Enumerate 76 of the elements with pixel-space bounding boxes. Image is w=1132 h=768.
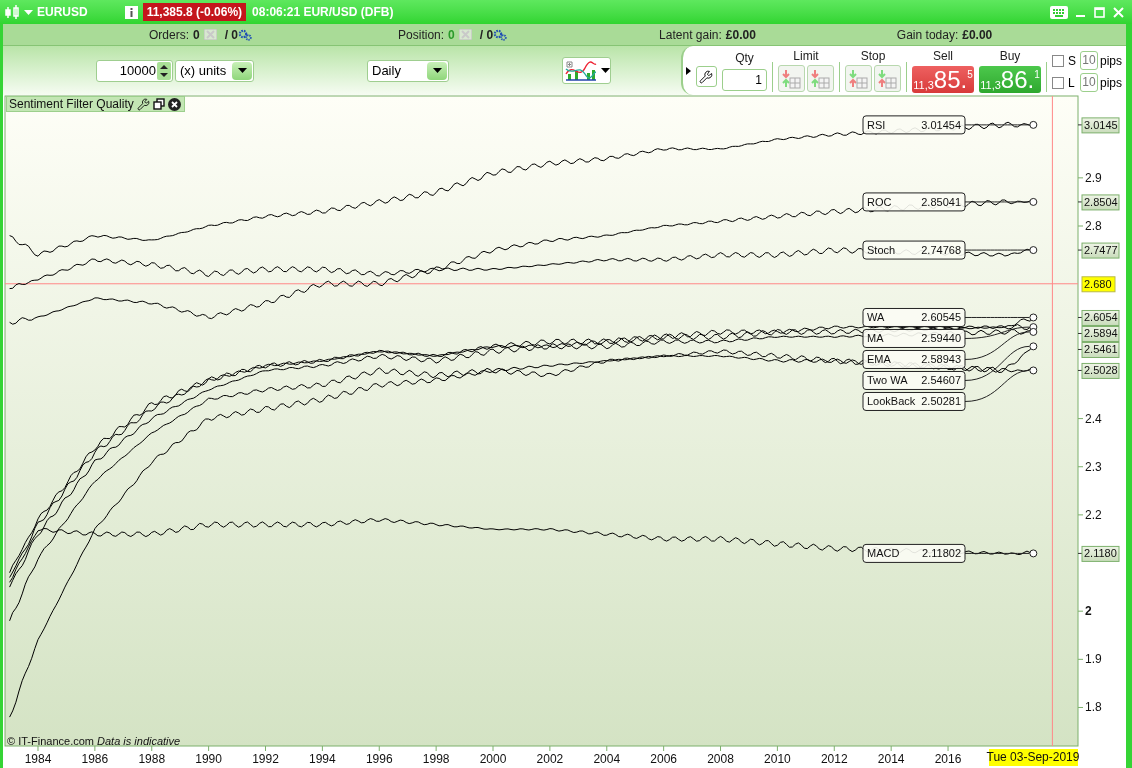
axis-label: 1990 [195, 752, 222, 766]
ticket-label: Stop [860, 49, 886, 63]
pips-unit: pips [1100, 74, 1122, 92]
info-pending: / 0 [224, 26, 239, 44]
axis-label: 2000 [479, 752, 507, 766]
series-value: 2.59440 [921, 332, 961, 345]
info-count: 0 [193, 26, 200, 44]
ref-line-label: 2.680 [1084, 277, 1112, 290]
info-label: Orders: [149, 26, 189, 44]
value-tag: 2.5461 [1081, 342, 1120, 358]
axis-label: 2014 [877, 752, 905, 766]
axis-label: 2.8 [1085, 219, 1102, 233]
axis-label: 1998 [422, 752, 450, 766]
axis-label: 2004 [593, 752, 621, 766]
axis-label: 1996 [365, 752, 393, 766]
ticket-label: Qty [735, 50, 754, 65]
axis-label: 2.9 [1085, 170, 1102, 185]
info-label: Position: [398, 26, 445, 44]
price-change-badge: 11,385.8 (-0.06%) [142, 3, 247, 21]
axis-label: 1.8 [1085, 700, 1102, 715]
value-tag: 2.1180 [1081, 545, 1120, 562]
copyright-note: © IT-Finance.com Data is indicative [7, 734, 181, 749]
series-value: 2.85041 [921, 195, 961, 208]
axis-label: 1986 [81, 752, 109, 766]
ticket-label: Sell [932, 48, 953, 63]
info-count: 0 [448, 26, 455, 44]
axis-label: 2.2 [1085, 507, 1102, 522]
ticket-label: Buy [999, 48, 1021, 63]
series-value: 2.74768 [921, 244, 961, 257]
info-value: £0.00 [962, 26, 993, 44]
info-label: Latent gain: [659, 26, 722, 44]
series-name: WA [867, 311, 885, 324]
value-tag: 2.8504 [1081, 194, 1120, 211]
series-name: Stoch [867, 244, 896, 257]
checkbox-label: L [1068, 74, 1076, 92]
series-value: 2.60545 [921, 311, 961, 324]
axis-label: 1.9 [1085, 652, 1102, 667]
panel-title: Sentiment Filter Quality [9, 97, 134, 111]
value-tag: 2.5894 [1081, 326, 1120, 342]
axis-label: 2002 [536, 752, 564, 766]
axis-label: 1984 [24, 752, 52, 766]
axis-label: 2016 [934, 752, 962, 766]
series-name: RSI [867, 118, 886, 131]
series-name: LookBack [867, 395, 916, 408]
series-value: 3.01454 [921, 118, 961, 131]
axis-label: 1994 [309, 752, 336, 766]
info-label: Gain today: [896, 26, 959, 44]
pips-unit: pips [1100, 52, 1122, 70]
series-name: MA [867, 332, 884, 345]
axis-label: 2.3 [1085, 459, 1102, 474]
axis-label: 2010 [764, 752, 791, 766]
axis-label: 1992 [252, 752, 279, 766]
value-tag: 2.7477 [1081, 242, 1120, 259]
quote-time: 08:06:21 EUR/USD (DFB) [252, 4, 394, 21]
series-value: 2.54607 [921, 374, 961, 387]
series-value: 2.11802 [922, 547, 961, 560]
crosshair-value-tag: 2.680 [1081, 276, 1116, 293]
series-name: Two WA [867, 374, 908, 387]
checkbox-label: S [1068, 52, 1076, 70]
info-value: £0.00 [725, 26, 756, 44]
series-value: 2.50281 [921, 395, 961, 408]
series-name: MACD [867, 547, 900, 560]
series-name: EMA [867, 353, 891, 366]
value-tag: 3.0145 [1081, 117, 1120, 134]
series-name: ROC [867, 195, 892, 208]
axis-label: 2 [1085, 604, 1092, 619]
axis-label: 2012 [820, 752, 848, 766]
value-tag: 2.5028 [1081, 362, 1120, 379]
axis-label: 2.4 [1085, 411, 1102, 426]
axis-label: 2008 [707, 752, 734, 766]
axis-label: 1988 [138, 752, 166, 766]
axis-label: 2006 [650, 752, 677, 766]
value-tag: 2.6054 [1081, 310, 1120, 326]
info-pending: / 0 [479, 26, 494, 44]
series-value: 2.58943 [921, 353, 961, 366]
ticket-label: Limit [793, 49, 819, 63]
